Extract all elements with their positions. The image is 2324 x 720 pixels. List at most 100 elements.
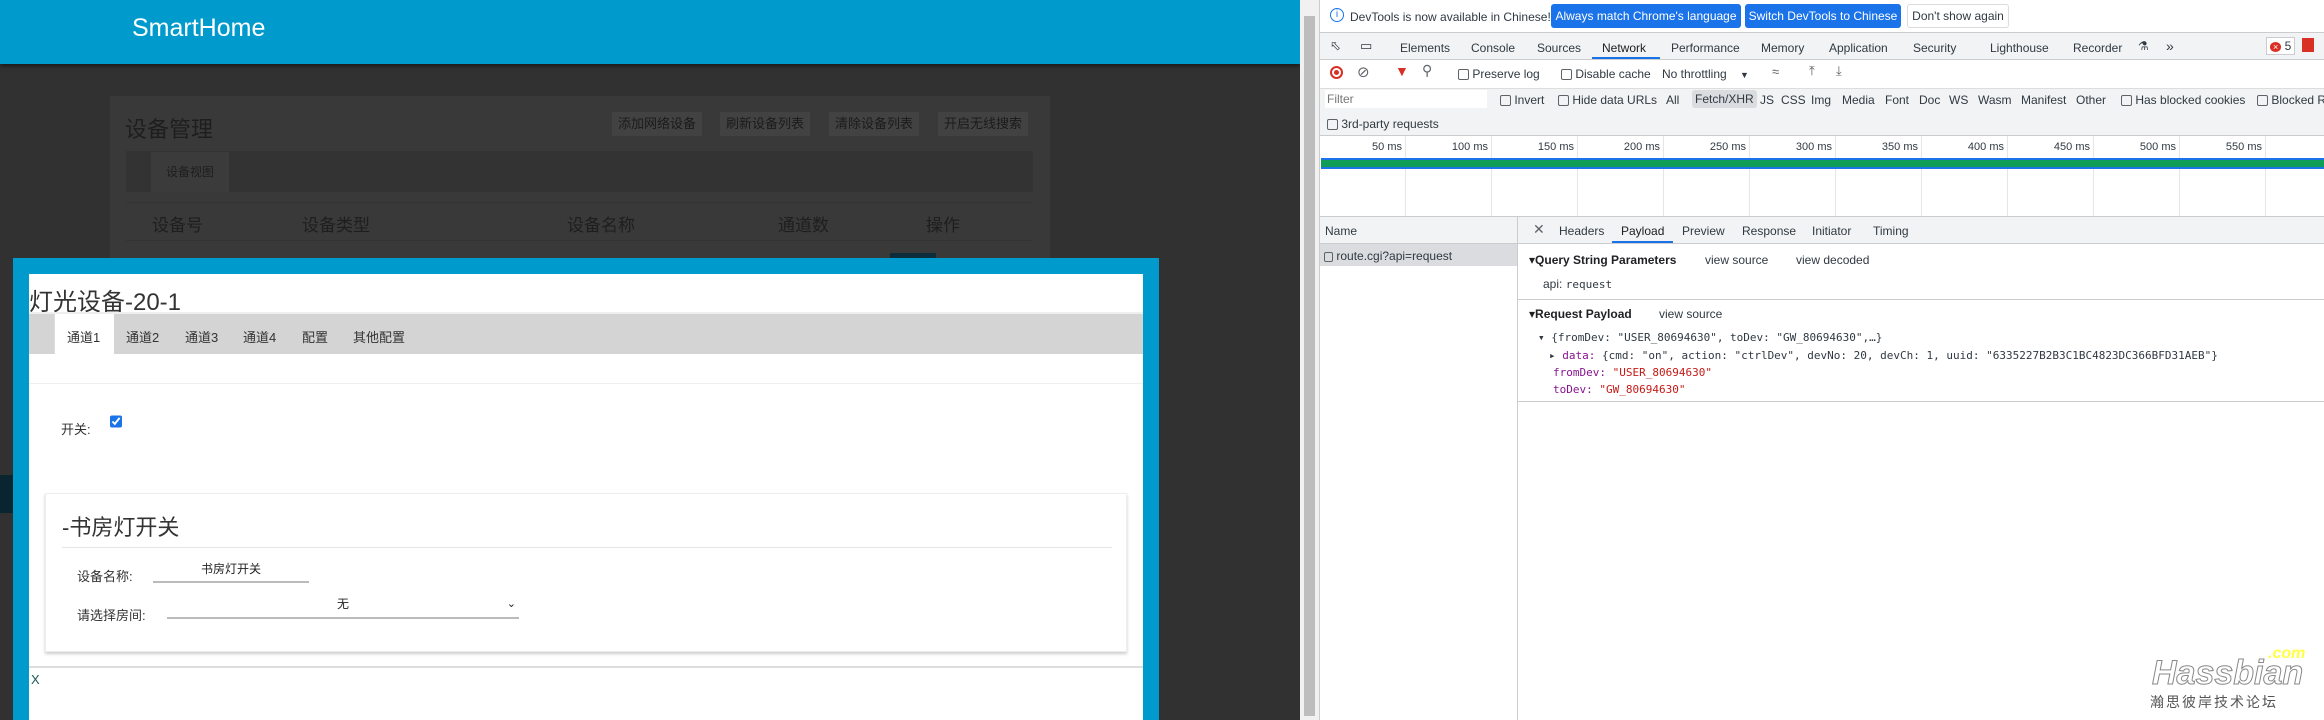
- tab-channel-2[interactable]: 通道2: [126, 327, 159, 346]
- payload-view-source-button[interactable]: view source: [1659, 307, 1722, 321]
- type-doc[interactable]: Doc: [1919, 93, 1940, 107]
- type-media[interactable]: Media: [1842, 93, 1875, 107]
- error-count: 5: [2284, 39, 2292, 53]
- type-css[interactable]: CSS: [1781, 93, 1806, 107]
- invert-checkbox[interactable]: Invert: [1500, 93, 1544, 107]
- request-name[interactable]: route.cgi?api=request: [1324, 249, 1452, 263]
- tab-network[interactable]: Network: [1602, 41, 1646, 55]
- has-blocked-cookies-checkbox[interactable]: Has blocked cookies: [2121, 93, 2245, 107]
- name-column-header[interactable]: Name: [1325, 224, 1357, 238]
- top-header: SmartHome: [0, 0, 1300, 64]
- search-icon[interactable]: ⚲: [1422, 62, 1432, 79]
- type-js[interactable]: JS: [1760, 93, 1774, 107]
- wireless-search-button[interactable]: 开启无线搜索: [938, 112, 1029, 136]
- switch-chinese-button[interactable]: Switch DevTools to Chinese: [1745, 4, 1901, 28]
- switch-checkbox[interactable]: [110, 415, 122, 428]
- download-icon[interactable]: ⤓: [1836, 63, 1842, 79]
- tab-preview[interactable]: Preview: [1682, 224, 1725, 238]
- tab-elements[interactable]: Elements: [1400, 41, 1450, 55]
- hide-data-urls-checkbox[interactable]: Hide data URLs: [1558, 93, 1657, 107]
- tab-console[interactable]: Console: [1471, 41, 1515, 55]
- tab-security[interactable]: Security: [1913, 41, 1956, 55]
- clear-list-button[interactable]: 清除设备列表: [829, 112, 920, 136]
- tab-headers[interactable]: Headers: [1559, 224, 1604, 238]
- type-all[interactable]: All: [1666, 93, 1679, 107]
- tab-config[interactable]: 配置: [302, 327, 328, 346]
- tab-performance[interactable]: Performance: [1671, 41, 1740, 55]
- view-tabbar: [126, 151, 1033, 192]
- tab-lighthouse[interactable]: Lighthouse: [1990, 41, 2049, 55]
- request-name-text: route.cgi?api=request: [1336, 249, 1453, 263]
- view-decoded-button[interactable]: view decoded: [1796, 253, 1869, 267]
- network-conditions-icon[interactable]: ≈: [1772, 64, 1779, 79]
- divider: [1518, 299, 2324, 300]
- smarthome-page: SmartHome 设备管理 添加网络设备 刷新设备列表 清除设备列表 开启无线…: [0, 0, 1300, 720]
- col-device-type: 设备类型: [302, 216, 370, 235]
- refresh-list-button[interactable]: 刷新设备列表: [720, 112, 811, 136]
- tab-channel-4[interactable]: 通道4: [243, 327, 276, 346]
- has-blocked-cookies-label: Has blocked cookies: [2135, 93, 2246, 107]
- modal-close-button[interactable]: X: [31, 672, 40, 687]
- network-overview[interactable]: 50 ms 100 ms 150 ms 200 ms 250 ms 300 ms 350 m…: [1320, 135, 2324, 217]
- view-source-button[interactable]: view source: [1705, 253, 1768, 267]
- filter-icon[interactable]: ▼: [1395, 63, 1409, 79]
- device-toolbar-icon[interactable]: ▭: [1360, 38, 1372, 54]
- scrollbar-thumb[interactable]: [1304, 16, 1315, 716]
- brand-logo[interactable]: SmartHome: [132, 14, 265, 43]
- tab-other-config[interactable]: 其他配置: [353, 327, 405, 346]
- error-icon: ×: [2270, 42, 2282, 52]
- tab-channel-1[interactable]: 通道1: [67, 327, 100, 346]
- request-payload-section[interactable]: ▾Request Payload: [1529, 307, 1632, 321]
- close-detail-icon[interactable]: ✕: [1533, 221, 1545, 238]
- filter-input[interactable]: [1325, 90, 1487, 108]
- payload-data-row[interactable]: ▸ data: {cmd: "on", action: "ctrlDev", d…: [1549, 349, 2218, 362]
- tab-application[interactable]: Application: [1829, 41, 1888, 55]
- upload-icon[interactable]: ⤒: [1809, 63, 1815, 79]
- tab-device-view[interactable]: 设备视图: [151, 152, 229, 192]
- payload-object[interactable]: ▾ {fromDev: "USER_80694630", toDev: "GW_…: [1538, 331, 1882, 344]
- hide-data-urls-label: Hide data URLs: [1572, 93, 1658, 107]
- tab-payload[interactable]: Payload: [1621, 224, 1664, 238]
- tab-initiator[interactable]: Initiator: [1812, 224, 1851, 238]
- dont-show-again-button[interactable]: Don't show again: [1907, 4, 2009, 28]
- type-img[interactable]: Img: [1811, 93, 1831, 107]
- preserve-log-checkbox[interactable]: Preserve log: [1458, 67, 1540, 81]
- disable-cache-checkbox[interactable]: Disable cache: [1561, 67, 1651, 81]
- more-tabs-button[interactable]: »: [2166, 38, 2174, 54]
- clear-icon[interactable]: ⊘: [1357, 63, 1370, 81]
- col-actions: 操作: [926, 216, 960, 235]
- type-fetch-xhr[interactable]: Fetch/XHR: [1692, 90, 1757, 108]
- panel-divider[interactable]: [1517, 217, 1518, 720]
- timeline-gridline: [2007, 136, 2008, 216]
- add-network-device-button[interactable]: 添加网络设备: [612, 112, 703, 136]
- sidebar-active-item[interactable]: [0, 475, 13, 513]
- issues-badge[interactable]: [2302, 38, 2314, 52]
- room-select[interactable]: 无 ⌄: [167, 594, 519, 619]
- tab-memory[interactable]: Memory: [1761, 41, 1804, 55]
- throttling-select[interactable]: No throttling ▼: [1662, 67, 1749, 81]
- timeline-tick-label: 550 ms: [2225, 141, 2262, 153]
- page-scrollbar[interactable]: [1300, 0, 1320, 720]
- tab-recorder[interactable]: Recorder: [2073, 41, 2122, 55]
- type-ws[interactable]: WS: [1949, 93, 1968, 107]
- inspect-element-icon[interactable]: ⬁: [1330, 38, 1341, 54]
- tab-response[interactable]: Response: [1742, 224, 1796, 238]
- tab-channel-3[interactable]: 通道3: [185, 327, 218, 346]
- param-key: api:: [1543, 277, 1563, 291]
- error-badge[interactable]: × 5: [2266, 37, 2296, 55]
- type-other[interactable]: Other: [2076, 93, 2106, 107]
- record-button[interactable]: [1330, 66, 1343, 79]
- preserve-log-label: Preserve log: [1472, 67, 1540, 81]
- type-wasm[interactable]: Wasm: [1978, 93, 2012, 107]
- type-font[interactable]: Font: [1885, 93, 1909, 107]
- name-input[interactable]: 书房灯开关: [153, 560, 309, 583]
- third-party-label: 3rd-party requests: [1341, 117, 1439, 131]
- match-language-button[interactable]: Always match Chrome's language: [1551, 4, 1741, 28]
- type-manifest[interactable]: Manifest: [2021, 93, 2066, 107]
- timeline-gridline: [1663, 136, 1664, 216]
- query-params-section[interactable]: ▾Query String Parameters: [1529, 253, 1676, 267]
- tab-sources[interactable]: Sources: [1537, 41, 1581, 55]
- blocked-requests-checkbox[interactable]: Blocked R: [2257, 93, 2324, 107]
- third-party-checkbox[interactable]: 3rd-party requests: [1327, 117, 1439, 131]
- tab-timing[interactable]: Timing: [1873, 224, 1909, 238]
